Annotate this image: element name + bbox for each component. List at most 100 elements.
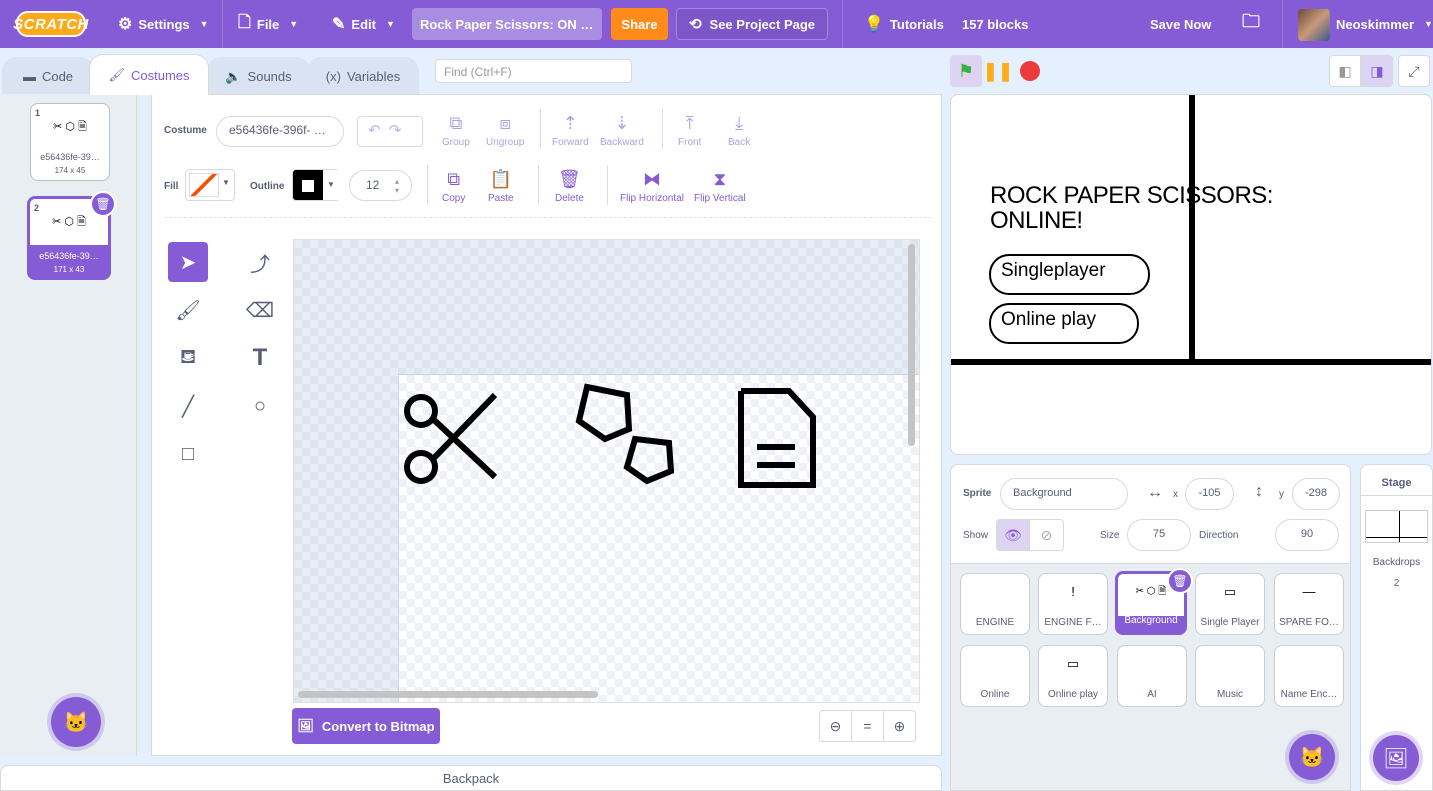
eraser-tool[interactable]: ⌫: [240, 290, 280, 330]
choose-costume-button[interactable]: 🐱: [51, 697, 101, 747]
sprite-tile[interactable]: ▭ Single Player: [1195, 573, 1265, 635]
group-button[interactable]: ⧉ Group: [442, 113, 470, 148]
fullscreen-button[interactable]: ⤢: [1398, 55, 1430, 87]
green-flag-button[interactable]: ⚑: [950, 55, 982, 87]
image-plus-icon: 🖼: [1383, 747, 1409, 770]
sprite-tile[interactable]: AI: [1117, 645, 1187, 707]
backdrops-label: Backdrops: [1372, 557, 1421, 568]
paint-canvas[interactable]: [293, 239, 920, 703]
direction-input[interactable]: 90: [1275, 519, 1339, 551]
save-now-button[interactable]: Save Now: [1150, 0, 1211, 48]
text-tool[interactable]: T: [240, 338, 280, 378]
front-button[interactable]: ⤒ Front: [678, 113, 701, 148]
cat-plus-icon: 🐱: [63, 711, 89, 734]
username: Neoskimmer: [1336, 16, 1415, 32]
small-stage-button[interactable]: ◧: [1329, 55, 1361, 87]
ungroup-button[interactable]: ⧈ Ungroup: [486, 113, 524, 148]
project-title-input[interactable]: Rock Paper Scissors: ON …: [412, 8, 602, 40]
show-hidden-button[interactable]: ⊘: [1029, 519, 1064, 551]
costume-item[interactable]: 1 ✂ ⬡ 🗎 e56436fe-39… 174 x 45: [30, 103, 110, 181]
delete-sprite-icon[interactable]: 🗑: [1167, 568, 1193, 594]
find-input[interactable]: Find (Ctrl+F): [435, 59, 632, 83]
file-menu[interactable]: 🗋 File ▼: [238, 0, 298, 48]
forward-button[interactable]: ⇡ Forward: [552, 113, 589, 148]
delete-costume-icon[interactable]: 🗑: [90, 191, 116, 217]
back-button[interactable]: ⤓ Back: [728, 113, 750, 148]
scratch-logo[interactable]: SCRATCH: [13, 11, 88, 37]
pencil-icon: ✎: [332, 16, 346, 33]
delete-button[interactable]: 🗑 Delete: [555, 169, 584, 204]
settings-label: Settings: [138, 16, 190, 32]
redo-icon[interactable]: ↷: [389, 122, 402, 139]
tutorials-button[interactable]: 💡 Tutorials: [864, 0, 944, 48]
size-input[interactable]: 75: [1127, 519, 1191, 551]
flip-horizontal-button[interactable]: ⧓ Flip Horizontal: [620, 169, 684, 204]
share-button[interactable]: Share: [611, 8, 668, 40]
outline-color-picker[interactable]: ▼: [292, 169, 340, 201]
reshape-tool[interactable]: ⤴: [240, 242, 280, 282]
account-menu[interactable]: Neoskimmer ▼: [1336, 0, 1433, 48]
horizontal-scrollbar[interactable]: [298, 691, 598, 698]
see-project-page-button[interactable]: ⟲ See Project Page: [676, 8, 828, 40]
tab-sounds[interactable]: 🔈 Sounds: [207, 57, 310, 95]
size-label: Size: [1100, 530, 1120, 541]
outline-size-input[interactable]: 12 ▴ ▾: [349, 170, 412, 201]
large-stage-button[interactable]: ◨: [1361, 55, 1393, 87]
stage[interactable]: ROCK PAPER SCISSORS: ONLINE! Singleplaye…: [950, 94, 1432, 455]
flip-vertical-button[interactable]: ⧗ Flip Vertical: [694, 169, 746, 204]
backpack[interactable]: Backpack: [0, 765, 942, 791]
divider: [538, 165, 539, 205]
show-visible-button[interactable]: 👁: [996, 519, 1030, 551]
sprite-name-input[interactable]: Background: [1000, 478, 1128, 510]
sprite-tile[interactable]: Online: [960, 645, 1030, 707]
folder-icon[interactable]: 🗀: [1242, 0, 1260, 48]
sprite-tile[interactable]: Name Enc…: [1274, 645, 1344, 707]
fill-tool[interactable]: ⛾: [168, 338, 208, 378]
circle-tool[interactable]: ○: [240, 386, 280, 426]
tab-variables[interactable]: (x) Variables: [307, 57, 419, 95]
zoom-in-button[interactable]: ⊕: [883, 710, 916, 742]
x-input[interactable]: -105: [1185, 478, 1234, 510]
chevron-down-icon: ▼: [1424, 19, 1433, 29]
convert-to-bitmap-button[interactable]: 🖼 Convert to Bitmap: [292, 708, 440, 744]
sprite-tile[interactable]: ! ENGINE F…: [1038, 573, 1108, 635]
tab-code[interactable]: ▬ Code: [2, 57, 94, 95]
sprite-tile[interactable]: ENGINE: [960, 573, 1030, 635]
tab-costumes[interactable]: 🖌 Costumes: [89, 54, 209, 95]
stage-title-line2: ONLINE!: [990, 207, 1083, 234]
sprite-tile[interactable]: ▭ Online play: [1038, 645, 1108, 707]
backward-button[interactable]: ⇣ Backward: [600, 113, 644, 148]
costume-name: e56436fe-39…: [39, 251, 99, 261]
rectangle-tool[interactable]: □: [168, 434, 208, 474]
choose-sprite-button[interactable]: 🐱: [1289, 734, 1335, 780]
sprite-tile[interactable]: Music: [1195, 645, 1265, 707]
vertical-scrollbar[interactable]: [908, 244, 915, 446]
vertical-arrows-icon: ↕: [1255, 483, 1263, 500]
zoom-out-button[interactable]: ⊖: [819, 710, 852, 742]
paste-button[interactable]: 📋 Paste: [488, 169, 514, 204]
pause-button[interactable]: ❚❚: [982, 55, 1014, 87]
sprite-tile[interactable]: — SPARE FO…: [1274, 573, 1344, 635]
ungroup-label: Ungroup: [486, 137, 525, 148]
line-tool[interactable]: ╱: [168, 386, 208, 426]
copy-button[interactable]: ⧉ Copy: [442, 169, 465, 204]
y-input[interactable]: -298: [1292, 478, 1340, 510]
choose-backdrop-button[interactable]: 🖼: [1373, 735, 1419, 781]
undo-icon[interactable]: ↶: [368, 122, 381, 139]
select-tool[interactable]: ➤: [168, 242, 208, 282]
costume-name-input[interactable]: e56436fe-396f- …: [216, 116, 344, 147]
chevron-down-icon: ▼: [385, 19, 395, 29]
costume-artboard: [398, 374, 919, 702]
avatar[interactable]: [1298, 9, 1330, 41]
settings-menu[interactable]: ⚙ Settings ▼: [118, 0, 209, 48]
edit-menu[interactable]: ✎ Edit ▼: [332, 0, 395, 48]
brush-tool[interactable]: 🖌: [168, 290, 208, 330]
singleplayer-sprite[interactable]: Singleplayer: [989, 254, 1150, 295]
zoom-reset-button[interactable]: =: [851, 710, 884, 742]
stepper-icon[interactable]: ▴ ▾: [395, 177, 399, 195]
stop-button[interactable]: [1014, 55, 1046, 87]
backdrop-thumbnail[interactable]: [1365, 510, 1428, 543]
flip-vertical-label: Flip Vertical: [694, 193, 746, 204]
online-play-sprite[interactable]: Online play: [989, 303, 1139, 344]
fill-color-picker[interactable]: ▼: [185, 169, 235, 201]
